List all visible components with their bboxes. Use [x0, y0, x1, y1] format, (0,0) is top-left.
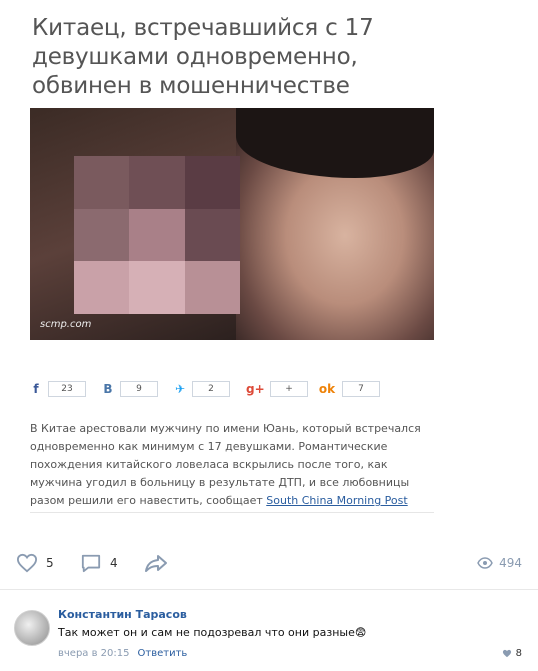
share-odnoklassniki[interactable]: ok 7 [318, 380, 380, 398]
twitter-icon: ✈ [174, 382, 186, 396]
pixelated-face [74, 156, 240, 314]
divider [0, 589, 538, 590]
source-link[interactable]: South China Morning Post [266, 494, 407, 507]
comment-author[interactable]: Константин Тарасов [58, 608, 187, 621]
comment-like-button[interactable]: 8 [502, 648, 522, 659]
comment-time: вчера в 20:15 [58, 648, 130, 659]
views-count: 494 [499, 556, 522, 570]
share-count: 7 [342, 381, 380, 397]
post-actions: 5 4 494 [0, 545, 538, 581]
fearful-face-emoji-icon: 😨 [354, 626, 367, 639]
facebook-icon: f [33, 382, 39, 396]
avatar[interactable] [14, 610, 50, 646]
share-arrow-icon [145, 555, 167, 572]
comment-count: 4 [110, 556, 118, 570]
comment-button[interactable]: 4 [80, 553, 118, 573]
share-count: 2 [192, 381, 230, 397]
article-body: В Китае арестовали мужчину по имени Юань… [30, 420, 425, 510]
comment-like-count: 8 [515, 648, 522, 659]
like-button[interactable]: 5 [16, 553, 54, 573]
comment-icon [81, 554, 101, 573]
eye-icon [477, 557, 493, 569]
share-vk[interactable]: В 9 [102, 380, 158, 398]
share-count: + [270, 381, 308, 397]
article-photo: scmp.com [30, 108, 434, 340]
odnoklassniki-icon: ok [318, 382, 336, 396]
share-google-plus[interactable]: g+ + [246, 380, 308, 398]
views-counter: 494 [477, 556, 522, 570]
article-headline: Китаец, встречавшийся с 17 девушками одн… [32, 15, 374, 99]
divider [30, 512, 434, 513]
heart-icon [16, 553, 38, 573]
vk-icon: В [103, 382, 113, 396]
heart-icon [502, 649, 511, 658]
comment-body: Так может он и сам не подозревал что они… [58, 626, 355, 639]
share-button[interactable] [144, 553, 168, 573]
like-count: 5 [46, 556, 54, 570]
google-plus-icon: g+ [246, 382, 265, 396]
photo-caption: scmp.com [40, 319, 92, 330]
comment-meta: вчера в 20:15 Ответить [58, 648, 187, 659]
share-count: 23 [48, 381, 86, 397]
share-facebook[interactable]: f 23 [30, 380, 86, 398]
share-count: 9 [120, 381, 158, 397]
share-twitter[interactable]: ✈ 2 [174, 380, 230, 398]
comment-text: Так может он и сам не подозревал что они… [58, 626, 366, 639]
reply-button[interactable]: Ответить [138, 648, 188, 659]
share-bar: f 23 В 9 ✈ 2 g+ + ok 7 [30, 380, 410, 398]
comment: Константин Тарасов Так может он и сам не… [0, 598, 538, 671]
